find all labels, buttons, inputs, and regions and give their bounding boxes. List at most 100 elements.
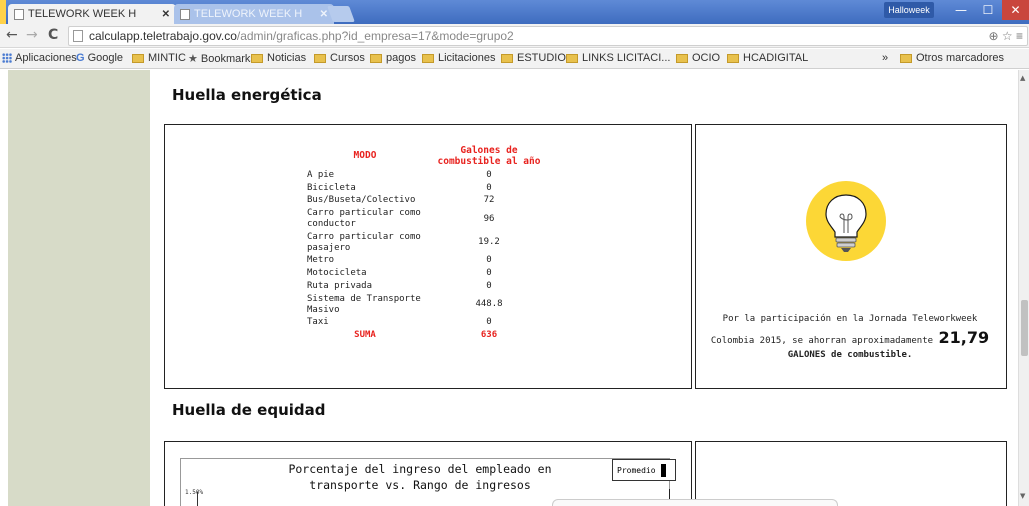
bookmark-label: OCIO (692, 52, 721, 64)
value-cell: 448.8 (475, 299, 503, 310)
browser-tab-strip: TELEWORK WEEK H ✕ TELEWORK WEEK H ✕ Hall… (0, 0, 1029, 24)
mode-cell: Metro (307, 255, 335, 266)
scrollbar-thumb[interactable] (1021, 300, 1028, 356)
value-cell: 0 (486, 255, 492, 266)
bookmark-noticias[interactable]: Noticias (251, 52, 306, 64)
scroll-down-arrow-icon[interactable]: ▼ (1020, 492, 1025, 500)
folder-icon (566, 53, 578, 63)
folder-icon (422, 53, 434, 63)
bookmark-otros-marcadores[interactable]: Otros marcadores (900, 52, 1004, 64)
bookmark-label: Bookmarks (200, 52, 256, 65)
mode-cell: Bus/Buseta/Colectivo (307, 195, 416, 206)
mode-cell: Ruta privada (307, 281, 373, 292)
close-icon[interactable]: ✕ (320, 9, 328, 20)
apps-grid-icon (2, 53, 12, 63)
value-cell: 0 (486, 317, 492, 328)
mode-cell: Bicicleta (307, 182, 356, 193)
bookmark-bookmarks[interactable]: ★ Bookmarks (188, 52, 256, 66)
new-tab-button[interactable] (327, 6, 355, 22)
folder-icon (900, 53, 912, 63)
tab-label: TELEWORK WEEK H (28, 8, 137, 20)
y-axis-line (197, 492, 198, 506)
bookmark-licitaciones[interactable]: Licitaciones (422, 52, 495, 64)
column-header-gallons: Galones de combustible al año (437, 145, 541, 167)
chart-title-line-2: transporte vs. Rango de ingresos (309, 478, 531, 493)
bookmark-cursos[interactable]: Cursos (314, 52, 365, 64)
value-cell: 0 (486, 169, 492, 180)
table-row: Carro particular como conductor 96 (301, 207, 549, 231)
window-close-button[interactable]: ✕ (1002, 0, 1029, 20)
table-row: Bus/Buseta/Colectivo 72 (301, 194, 549, 207)
bookmark-google[interactable]: G Google (76, 52, 123, 64)
energy-table: MODO Galones de combustible al año A pie… (301, 145, 549, 342)
bookmark-links-licitaci[interactable]: LINKS LICITACI... (566, 52, 670, 64)
value-cell: 0 (486, 268, 492, 279)
value-cell: 0 (486, 182, 492, 193)
url-host: calculapp.teletrabajo.gov.co (89, 29, 237, 43)
folder-icon (676, 53, 688, 63)
url-path: /admin/graficas.php?id_empresa=17&mode=g… (236, 29, 514, 43)
sum-row: SUMA 636 (301, 329, 549, 342)
bookmark-label: Google (87, 52, 124, 64)
folder-icon (314, 53, 326, 63)
tab-telework-week-inactive[interactable]: TELEWORK WEEK H ✕ (174, 4, 334, 24)
value-cell: 96 (483, 213, 495, 224)
folder-icon (501, 53, 513, 63)
bookmark-label: pagos (386, 52, 416, 64)
address-bar[interactable]: calculapp.teletrabajo.gov.co/admin/grafi… (68, 26, 1028, 46)
profile-badge[interactable]: Halloweek (884, 2, 934, 18)
page-icon (73, 30, 83, 42)
bookmark-label: Licitaciones (438, 52, 496, 64)
column-header-mode: MODO (353, 150, 377, 162)
star-icon: ★ (188, 53, 198, 65)
bookmark-label: LINKS LICITACI... (582, 52, 671, 64)
chart-title-line-1: Porcentaje del ingreso del empleado en (288, 462, 552, 476)
zoom-star-menu-icons[interactable]: ⊕ ☆ ≡ (989, 29, 1023, 43)
chart-title: Porcentaje del ingreso del empleado en t… (270, 461, 570, 493)
maximize-button[interactable]: ☐ (975, 0, 1001, 20)
sum-value: 636 (480, 330, 498, 341)
vertical-scrollbar[interactable]: ▲ ▼ (1018, 70, 1029, 506)
chart-legend: Promedio (612, 459, 676, 481)
close-icon[interactable]: ✕ (162, 9, 170, 20)
browser-toolbar: ← → C calculapp.teletrabajo.gov.co/admin… (0, 24, 1029, 48)
value-cell: 19.2 (478, 237, 500, 248)
y-axis-tick-label: 1.50% (185, 489, 204, 496)
horizontal-scroll-overlay (552, 499, 838, 506)
savings-note: Por la participación en la Jornada Telew… (700, 313, 1000, 362)
back-arrow-icon[interactable]: ← (6, 27, 18, 43)
folder-icon (251, 53, 263, 63)
scroll-up-arrow-icon[interactable]: ▲ (1020, 74, 1025, 82)
forward-arrow-icon[interactable]: → (26, 27, 38, 43)
bookmark-label: Cursos (330, 52, 365, 64)
bookmark-label: Noticias (267, 52, 307, 64)
equity-side-panel (695, 441, 1007, 506)
value-cell: 72 (483, 195, 495, 206)
bookmark-label: Aplicaciones (15, 52, 77, 64)
bookmark-estudio[interactable]: ESTUDIO (501, 52, 566, 64)
mode-cell: Motocicleta (307, 268, 367, 279)
tab-telework-week-active[interactable]: TELEWORK WEEK H ✕ (8, 4, 176, 24)
mode-cell: A pie (307, 169, 335, 180)
bookmark-hcadigital[interactable]: HCADIGITAL (727, 52, 808, 64)
table-row: Ruta privada 0 (301, 280, 549, 293)
bookmark-mintic[interactable]: MINTIC (132, 52, 186, 64)
lightbulb-drawing (825, 194, 867, 252)
mode-cell: Carro particular como pasajero (307, 231, 421, 253)
bookmark-pagos[interactable]: pagos (370, 52, 416, 64)
bookmark-ocio[interactable]: OCIO (676, 52, 720, 64)
minimize-button[interactable]: — (948, 0, 974, 20)
bookmark-aplicaciones[interactable]: Aplicaciones (2, 52, 77, 64)
table-row: A pie 0 (301, 169, 549, 182)
reload-icon[interactable]: C (48, 27, 58, 43)
table-row: Metro 0 (301, 254, 549, 267)
legend-swatch (660, 463, 666, 477)
bookmark-label: MINTIC (148, 52, 186, 64)
bookmarks-overflow-button[interactable]: » (882, 52, 888, 64)
table-row: Sistema de Transporte Masivo 448.8 (301, 293, 549, 317)
legend-label: Promedio (617, 465, 656, 475)
table-row: Taxi 0 (301, 316, 549, 329)
page-icon (180, 8, 190, 20)
section-title-energy: Huella energética (172, 86, 322, 104)
table-row: Motocicleta 0 (301, 267, 549, 280)
